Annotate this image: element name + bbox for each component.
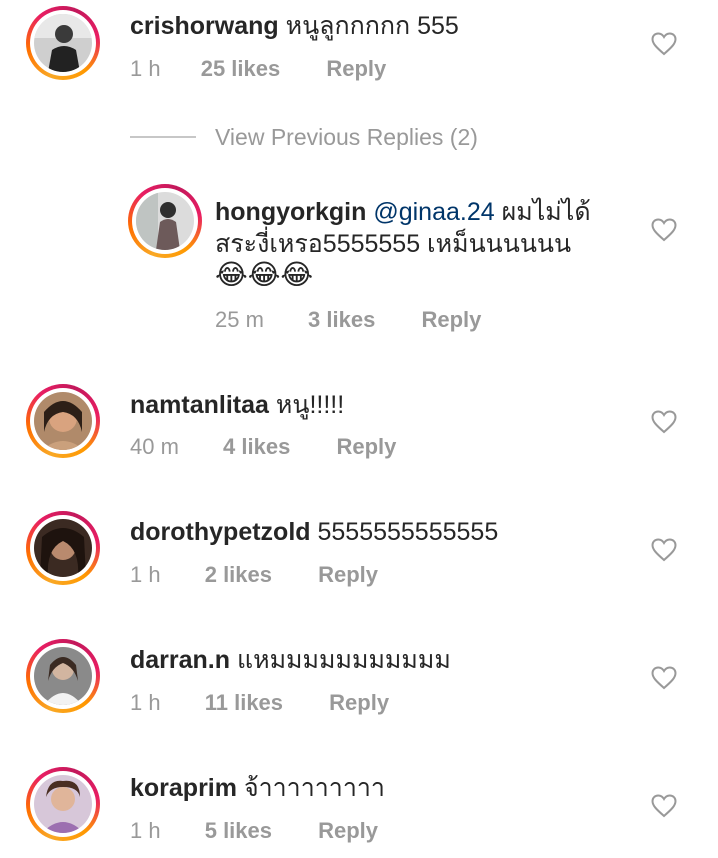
comment-time: 1 h bbox=[130, 562, 161, 587]
heart-outline-icon[interactable] bbox=[651, 538, 677, 562]
comment-text: หนูลูกกกกก 555 bbox=[285, 12, 459, 40]
comment-text: 5555555555555 bbox=[317, 518, 499, 546]
reply-button[interactable]: Reply bbox=[318, 562, 378, 587]
comment-username[interactable]: dorothypetzold bbox=[130, 518, 311, 546]
heart-outline-icon[interactable] bbox=[651, 32, 677, 56]
comment-time: 1 h bbox=[130, 690, 161, 715]
comment-likes[interactable]: 5 likes bbox=[205, 818, 272, 843]
avatar[interactable] bbox=[26, 511, 100, 585]
comment-text: จ้าาาาาาาาา bbox=[243, 774, 385, 802]
heart-outline-icon[interactable] bbox=[651, 794, 677, 818]
reply-button[interactable]: Reply bbox=[421, 307, 481, 332]
reply-time: 25 m bbox=[215, 307, 264, 332]
avatar[interactable] bbox=[26, 767, 100, 841]
heart-outline-icon[interactable] bbox=[651, 410, 677, 434]
avatar[interactable] bbox=[26, 384, 100, 458]
reply-button[interactable]: Reply bbox=[329, 690, 389, 715]
comment-time: 1 h bbox=[130, 818, 161, 843]
heart-outline-icon[interactable] bbox=[651, 666, 677, 690]
reply-button[interactable]: Reply bbox=[336, 434, 396, 459]
comment-time: 40 m bbox=[130, 434, 179, 459]
avatar[interactable] bbox=[128, 184, 202, 258]
view-previous-replies-label[interactable]: View Previous Replies (2) bbox=[215, 122, 478, 152]
divider bbox=[130, 136, 196, 138]
reply-likes[interactable]: 3 likes bbox=[308, 307, 375, 332]
comment-time: 1 h bbox=[130, 56, 161, 81]
heart-outline-icon[interactable] bbox=[651, 218, 677, 242]
reply-text-line2: สระงี่เหรอ5555555 เหม็นนนนนน bbox=[215, 230, 572, 258]
comment-username[interactable]: namtanlitaa bbox=[130, 391, 269, 419]
avatar[interactable] bbox=[26, 6, 100, 80]
reply-button[interactable]: Reply bbox=[326, 56, 386, 81]
comment-text: แหมมมมมมมมมมม bbox=[236, 646, 451, 674]
reply-username[interactable]: hongyorkgin bbox=[215, 198, 366, 226]
comment-username[interactable]: koraprim bbox=[130, 774, 237, 802]
comment-username[interactable]: crishorwang bbox=[130, 12, 279, 40]
comment-likes[interactable]: 4 likes bbox=[223, 434, 290, 459]
laughing-emoji: 😂😂😂 bbox=[215, 259, 314, 290]
comment-likes[interactable]: 2 likes bbox=[205, 562, 272, 587]
reply-button[interactable]: Reply bbox=[318, 818, 378, 843]
comment-likes[interactable]: 11 likes bbox=[205, 690, 283, 715]
comment-likes[interactable]: 25 likes bbox=[201, 56, 281, 81]
mention-link[interactable]: @ginaa.24 bbox=[373, 198, 494, 226]
comment-username[interactable]: darran.n bbox=[130, 646, 230, 674]
reply-text-line1: ผมไม่ได้ bbox=[501, 198, 591, 226]
comment-text: หนู!!!!! bbox=[275, 391, 345, 419]
avatar[interactable] bbox=[26, 639, 100, 713]
